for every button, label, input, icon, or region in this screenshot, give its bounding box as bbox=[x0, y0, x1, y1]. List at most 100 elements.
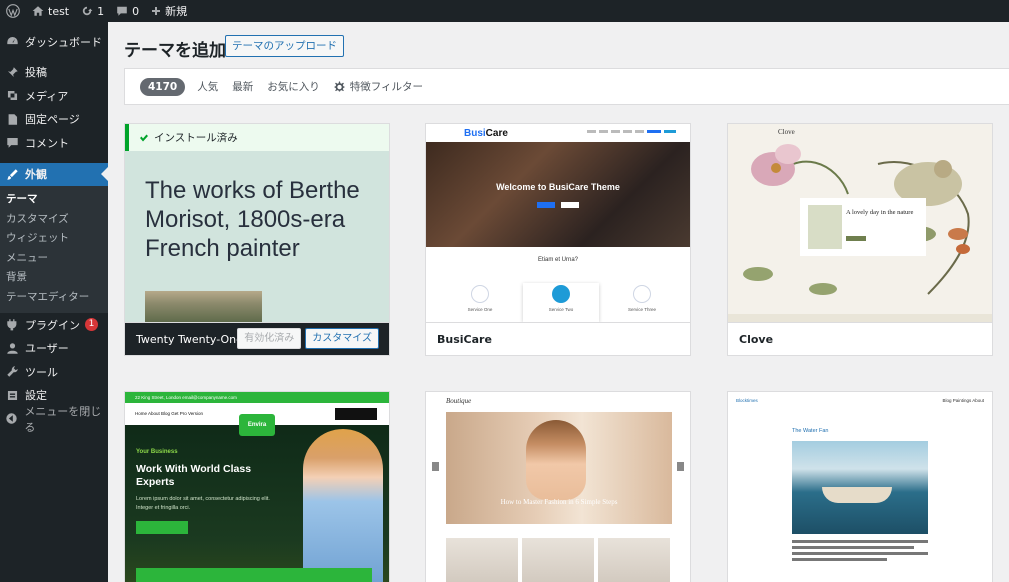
comment-bubble-icon bbox=[117, 6, 127, 16]
main-content: テーマを追加 テーマのアップロード 4170 人気 最新 お気に入り 特徴フィル… bbox=[108, 22, 1009, 582]
menu-plugins[interactable]: プラグイン 1 bbox=[0, 313, 108, 337]
preview-cta-button bbox=[136, 521, 188, 534]
menu-dashboard[interactable]: ダッシュボード bbox=[0, 30, 108, 54]
preview-hero: Your Business Work With World Class Expe… bbox=[125, 425, 389, 582]
menu-label: 投稿 bbox=[25, 66, 47, 80]
submenu-customize[interactable]: カスタマイズ bbox=[0, 210, 108, 230]
preview-hero: Welcome to BusiCare Theme bbox=[426, 142, 690, 247]
submenu-menus[interactable]: メニュー bbox=[0, 249, 108, 269]
preview-next-arrow bbox=[677, 462, 684, 471]
new-content-link[interactable]: 新規 bbox=[145, 0, 193, 22]
menu-label: ダッシュボード bbox=[25, 35, 102, 49]
preview-eyebrow: Your Business bbox=[136, 449, 178, 455]
installed-notice: インストール済み bbox=[125, 124, 389, 151]
preview-strip bbox=[728, 314, 992, 322]
menu-pages[interactable]: 固定ページ bbox=[0, 108, 108, 132]
preview-box-text: A lovely day in the nature bbox=[846, 209, 914, 216]
preview-headline: Work With World Class Experts bbox=[136, 463, 252, 488]
home-icon bbox=[32, 6, 44, 16]
collapse-menu-button[interactable]: メニューを閉じる bbox=[0, 405, 108, 434]
updates-link[interactable]: 1 bbox=[75, 0, 110, 22]
theme-card-twenty-twenty-one[interactable]: インストール済み The works of Berthe Morisot, 18… bbox=[124, 123, 390, 356]
preview-post-title: The Water Fan bbox=[792, 428, 829, 434]
wordpress-logo-button[interactable] bbox=[0, 0, 26, 22]
plugin-icon bbox=[5, 318, 19, 332]
theme-screenshot[interactable]: インストール済み The works of Berthe Morisot, 18… bbox=[125, 124, 389, 322]
preview-logo: Envira bbox=[239, 414, 275, 436]
logo-suffix: Care bbox=[485, 127, 508, 139]
menu-posts[interactable]: 投稿 bbox=[0, 61, 108, 85]
theme-name-bar: Twenty Twenty-One 有効化済み カスタマイズ bbox=[125, 322, 389, 355]
theme-card-water-fan[interactable]: Blocktimes Blog Paintings About The Wate… bbox=[727, 391, 993, 582]
gear-icon bbox=[334, 81, 345, 92]
updates-icon bbox=[82, 6, 93, 16]
feature-filter-button[interactable]: 特徴フィルター bbox=[334, 79, 423, 94]
activated-button: 有効化済み bbox=[237, 328, 302, 349]
checkmark-icon bbox=[140, 134, 148, 141]
menu-label: ツール bbox=[25, 365, 58, 379]
theme-actions: 有効化済み カスタマイズ bbox=[237, 328, 379, 349]
appearance-submenu: テーマ カスタマイズ ウィジェット メニュー 背景 テーマエディター bbox=[0, 186, 108, 313]
preview-nav bbox=[587, 130, 676, 133]
theme-screenshot[interactable]: Boutique How to Master Fashion in 6 Simp… bbox=[426, 392, 690, 582]
theme-card-clove[interactable]: Clove A lovely day in the nature Clove bbox=[727, 123, 993, 356]
upload-theme-button[interactable]: テーマのアップロード bbox=[225, 35, 344, 57]
preview-services: Etiam et Urna? Service One Service Two S… bbox=[426, 247, 690, 322]
menu-media[interactable]: メディア bbox=[0, 84, 108, 108]
preview-service: Service One bbox=[450, 285, 510, 312]
theme-screenshot[interactable]: BusiCare Welcome to BusiCare Theme Etiam… bbox=[426, 124, 690, 322]
dashboard-icon bbox=[5, 35, 19, 49]
theme-card-envira[interactable]: 22 King Street, London email@companyname… bbox=[124, 391, 390, 582]
collapse-arrow-icon bbox=[5, 412, 18, 426]
theme-screenshot[interactable]: Clove A lovely day in the nature bbox=[728, 124, 992, 322]
preview-contact-strip bbox=[136, 568, 372, 582]
submenu-themes[interactable]: テーマ bbox=[0, 190, 108, 210]
preview-header: Boutique bbox=[426, 392, 690, 412]
settings-icon bbox=[5, 388, 19, 402]
preview-service: Service Two bbox=[531, 285, 591, 312]
menu-label: 設定 bbox=[25, 389, 47, 403]
comments-link[interactable]: 0 bbox=[110, 0, 145, 22]
menu-users[interactable]: ユーザー bbox=[0, 337, 108, 361]
menu-label: コメント bbox=[25, 136, 69, 150]
preview-section-title: Etiam et Urna? bbox=[537, 257, 579, 263]
menu-label: メニューを閉じる bbox=[24, 404, 102, 434]
submenu-theme-editor[interactable]: テーマエディター bbox=[0, 288, 108, 308]
menu-label: 固定ページ bbox=[25, 113, 80, 127]
preview-thumbnail bbox=[522, 538, 594, 582]
menu-appearance[interactable]: 外観 bbox=[0, 162, 108, 186]
media-icon bbox=[5, 89, 19, 103]
submenu-background[interactable]: 背景 bbox=[0, 268, 108, 288]
theme-name: Twenty Twenty-One bbox=[136, 332, 243, 346]
theme-card-busicare[interactable]: BusiCare Welcome to BusiCare Theme Etiam… bbox=[425, 123, 691, 356]
preview-prev-arrow bbox=[432, 462, 439, 471]
user-icon bbox=[5, 341, 19, 355]
theme-screenshot[interactable]: 22 King Street, London email@companyname… bbox=[125, 392, 389, 582]
preview-logo: BusiCare bbox=[464, 128, 508, 139]
new-label: 新規 bbox=[165, 5, 188, 18]
theme-name-bar: Clove bbox=[728, 322, 992, 355]
theme-name-bar: BusiCare bbox=[426, 322, 690, 355]
preview-topbar: 22 King Street, London email@companyname… bbox=[125, 392, 389, 403]
admin-side-menu: ダッシュボード 投稿 メディア 固定ページ コメント 外観 テーマ カスタマイズ… bbox=[0, 22, 108, 582]
plugins-update-badge: 1 bbox=[85, 318, 98, 332]
site-name: test bbox=[48, 4, 70, 18]
menu-tools[interactable]: ツール bbox=[0, 360, 108, 384]
brush-icon bbox=[5, 167, 19, 181]
theme-card-fashion[interactable]: Boutique How to Master Fashion in 6 Simp… bbox=[425, 391, 691, 582]
site-name-link[interactable]: test bbox=[26, 0, 75, 22]
tab-favorites[interactable]: お気に入り bbox=[267, 79, 320, 94]
menu-comments[interactable]: コメント bbox=[0, 131, 108, 155]
tab-latest[interactable]: 最新 bbox=[232, 79, 253, 94]
wordpress-icon bbox=[6, 4, 20, 18]
menu-label: プラグイン bbox=[25, 318, 80, 332]
menu-label: 外観 bbox=[25, 168, 47, 182]
tab-popular[interactable]: 人気 bbox=[197, 79, 218, 94]
admin-bar: test 1 0 新規 bbox=[0, 0, 1009, 22]
submenu-widgets[interactable]: ウィジェット bbox=[0, 229, 108, 249]
preview-thumbnail bbox=[598, 538, 670, 582]
customize-button[interactable]: カスタマイズ bbox=[305, 328, 379, 349]
theme-screenshot[interactable]: Blocktimes Blog Paintings About The Wate… bbox=[728, 392, 992, 582]
preview-hero-text: Welcome to BusiCare Theme bbox=[496, 181, 620, 192]
preview-nav-links: Home About Blog Get Pro Version bbox=[135, 411, 204, 416]
